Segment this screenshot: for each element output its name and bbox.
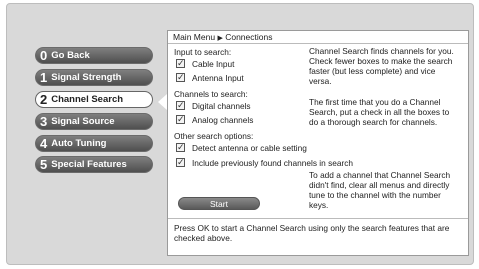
breadcrumb-root: Main Menu [173, 32, 216, 42]
breadcrumb-current: Connections [225, 32, 273, 42]
help-text-faster-search: Channel Search finds channels for you. C… [309, 46, 454, 86]
cable-input-label: Cable Input [192, 59, 235, 69]
menu-signal-source-button[interactable]: 3 Signal Source [35, 113, 153, 130]
other-options-heading: Other search options: [174, 131, 254, 141]
footer-instructions: Press OK to start a Channel Search using… [168, 218, 468, 256]
analog-channels-label: Analog channels [192, 115, 254, 125]
channels-heading: Channels to search: [174, 89, 248, 99]
menu-auto-tuning-button[interactable]: 4 Auto Tuning [35, 135, 153, 152]
menu-label: Signal Source [51, 116, 115, 127]
antenna-input-label: Antenna Input [192, 73, 244, 83]
detect-setting-label: Detect antenna or cable setting [192, 143, 307, 153]
input-heading: Input to search: [174, 47, 232, 57]
include-previous-checkbox[interactable]: ✓ [176, 158, 185, 167]
analog-channels-checkbox[interactable]: ✓ [176, 115, 185, 124]
breadcrumb-arrow-icon: ▶ [217, 35, 223, 42]
start-button[interactable]: Start [178, 197, 260, 210]
detect-setting-checkbox[interactable]: ✓ [176, 143, 185, 152]
digital-channels-label: Digital channels [192, 101, 251, 111]
digital-channels-checkbox[interactable]: ✓ [176, 101, 185, 110]
antenna-input-checkbox[interactable]: ✓ [176, 73, 185, 82]
menu-special-features-button[interactable]: 5 Special Features [35, 156, 153, 173]
menu-label: Channel Search [51, 94, 124, 105]
menu-number: 3 [40, 114, 48, 129]
menu-label: Signal Strength [51, 72, 122, 83]
menu-label: Go Back [51, 50, 90, 61]
menu-number: 5 [40, 157, 48, 172]
selection-pointer-icon [158, 94, 167, 110]
menu-number: 0 [40, 48, 48, 63]
menu-channel-search-button[interactable]: 2 Channel Search [35, 91, 153, 108]
menu-number: 1 [40, 70, 48, 85]
cable-input-checkbox[interactable]: ✓ [176, 59, 185, 68]
menu-go-back-button[interactable]: 0 Go Back [35, 47, 153, 64]
help-text-first-time: The first time that you do a Channel Sea… [309, 97, 450, 127]
include-previous-label: Include previously found channels in sea… [192, 158, 353, 168]
menu-number: 4 [40, 136, 48, 151]
menu-label: Special Features [51, 159, 127, 170]
help-text-add-channel: To add a channel that Channel Search did… [309, 170, 451, 210]
connections-panel: Main Menu ▶ Connections Input to search:… [167, 30, 469, 256]
breadcrumb: Main Menu ▶ Connections [168, 31, 468, 44]
menu-signal-strength-button[interactable]: 1 Signal Strength [35, 69, 153, 86]
menu-number: 2 [40, 92, 48, 107]
menu-label: Auto Tuning [51, 138, 107, 149]
